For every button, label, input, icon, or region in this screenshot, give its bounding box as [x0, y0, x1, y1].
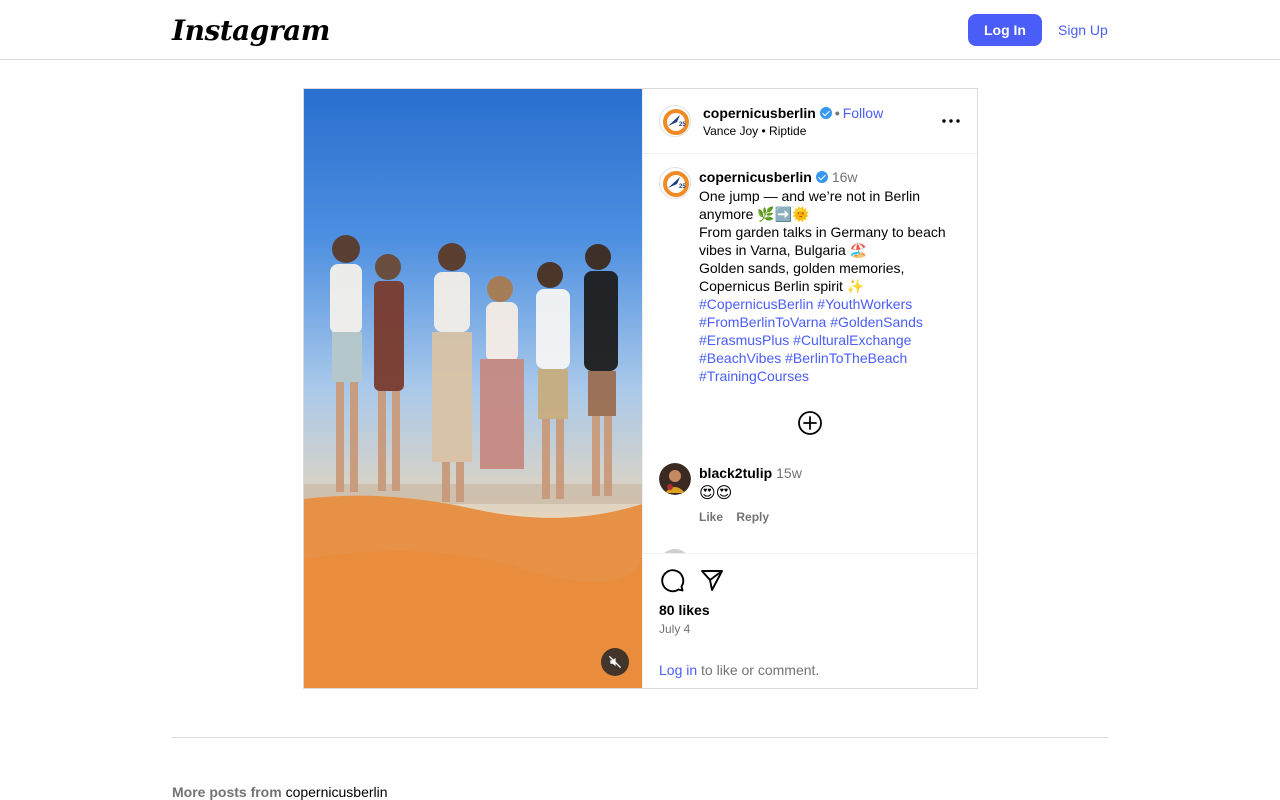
comment-username[interactable]: black2tulip [699, 465, 772, 481]
top-navigation-bar: Instagram Log In Sign Up [0, 0, 1280, 60]
more-posts-prefix: More posts from [172, 784, 282, 800]
hashtag-link[interactable]: #YouthWorkers [817, 296, 912, 312]
comment-bubble-icon [661, 569, 685, 593]
audio-separator: • [761, 124, 770, 138]
comment-time: 15w [776, 465, 802, 481]
caption-line: Golden sands, golden memories, Copernicu… [699, 260, 905, 294]
post-video[interactable] [304, 89, 642, 688]
separator-dot: • [834, 105, 840, 121]
hashtag-link[interactable]: #BeachVibes [699, 350, 781, 366]
share-button[interactable] [699, 567, 725, 593]
login-to-comment-link[interactable]: Log in [659, 662, 697, 678]
comment-reply-button[interactable]: Reply [736, 510, 769, 524]
speaker-muted-icon [609, 656, 621, 668]
instagram-logo[interactable]: Instagram [172, 14, 330, 47]
caption-avatar[interactable]: 25 [659, 167, 691, 199]
paper-plane-icon [701, 570, 723, 591]
login-prompt-text: to like or comment. [697, 662, 820, 678]
author-avatar[interactable]: 25 [659, 105, 691, 137]
post-actions-panel: 80 likes July 4 Log in to like or commen… [643, 553, 977, 688]
verified-badge-icon [819, 107, 832, 119]
more-posts-username-link[interactable]: copernicusberlin [286, 784, 388, 800]
mute-toggle-button[interactable] [601, 648, 629, 676]
likes-count[interactable]: 80 likes [659, 602, 710, 618]
beach-group-photo [304, 235, 642, 688]
copernicus-logo-icon: 25 [663, 171, 689, 197]
hashtag-link[interactable]: #TrainingCourses [699, 368, 809, 384]
commenter-photo [659, 463, 691, 495]
audio-info: Vance Joy • Riptide [703, 124, 806, 138]
hashtag-link[interactable]: #CulturalExchange [793, 332, 911, 348]
more-dots-icon [942, 119, 960, 123]
caption-username[interactable]: copernicusberlin [699, 169, 812, 185]
comment-actions: Like Reply [699, 510, 779, 524]
sign-up-link[interactable]: Sign Up [1058, 22, 1108, 38]
post-header: 25 copernicusberlin • Follow Vance Joy • R… [643, 89, 977, 154]
commenter-avatar[interactable] [659, 463, 691, 495]
audio-artist[interactable]: Vance Joy [703, 124, 758, 138]
comment-button[interactable] [659, 567, 685, 593]
comment-author: black2tulip 15w [699, 465, 802, 481]
caption-author: copernicusberlin 16w [699, 169, 858, 185]
caption-line: From garden talks in Germany to beach vi… [699, 224, 946, 258]
author-username[interactable]: copernicusberlin [703, 105, 816, 121]
comment-like-button[interactable]: Like [699, 510, 723, 524]
load-more-comments-button[interactable] [797, 410, 823, 436]
svg-text:25: 25 [679, 122, 686, 128]
more-options-button[interactable] [939, 109, 963, 133]
comments-section[interactable]: 25 copernicusberlin 16w One jump — and we… [643, 155, 977, 553]
comment-text: 😍😍 [699, 485, 733, 502]
hashtag-link[interactable]: #ErasmusPlus [699, 332, 789, 348]
post-details-panel: 25 copernicusberlin • Follow Vance Joy • R… [642, 89, 977, 688]
post-author: copernicusberlin • Follow [703, 105, 883, 121]
hashtag-link[interactable]: #CopernicusBerlin [699, 296, 813, 312]
svg-text:25: 25 [679, 184, 686, 190]
login-prompt: Log in to like or comment. [659, 662, 819, 678]
plus-circle-icon [798, 411, 822, 435]
post-date: July 4 [659, 622, 691, 636]
more-posts-heading: More posts from copernicusberlin [172, 784, 388, 800]
log-in-button[interactable]: Log In [968, 14, 1042, 46]
copernicus-logo-icon: 25 [663, 109, 689, 135]
section-divider [172, 737, 1108, 738]
follow-button[interactable]: Follow [843, 105, 883, 121]
caption-text: One jump — and we’re not in Berlin anymo… [699, 187, 964, 385]
caption-line: One jump — and we’re not in Berlin anymo… [699, 188, 920, 222]
caption-time: 16w [831, 169, 858, 185]
hashtag-link[interactable]: #GoldenSands [830, 314, 923, 330]
verified-badge-icon [815, 171, 828, 183]
hashtag-list: #CopernicusBerlin #YouthWorkers #FromBer… [699, 296, 923, 384]
hashtag-link[interactable]: #FromBerlinToVarna [699, 314, 826, 330]
post-card: 25 copernicusberlin • Follow Vance Joy • R… [303, 88, 978, 689]
audio-track[interactable]: Riptide [769, 124, 806, 138]
hashtag-link[interactable]: #BerlinToTheBeach [785, 350, 907, 366]
